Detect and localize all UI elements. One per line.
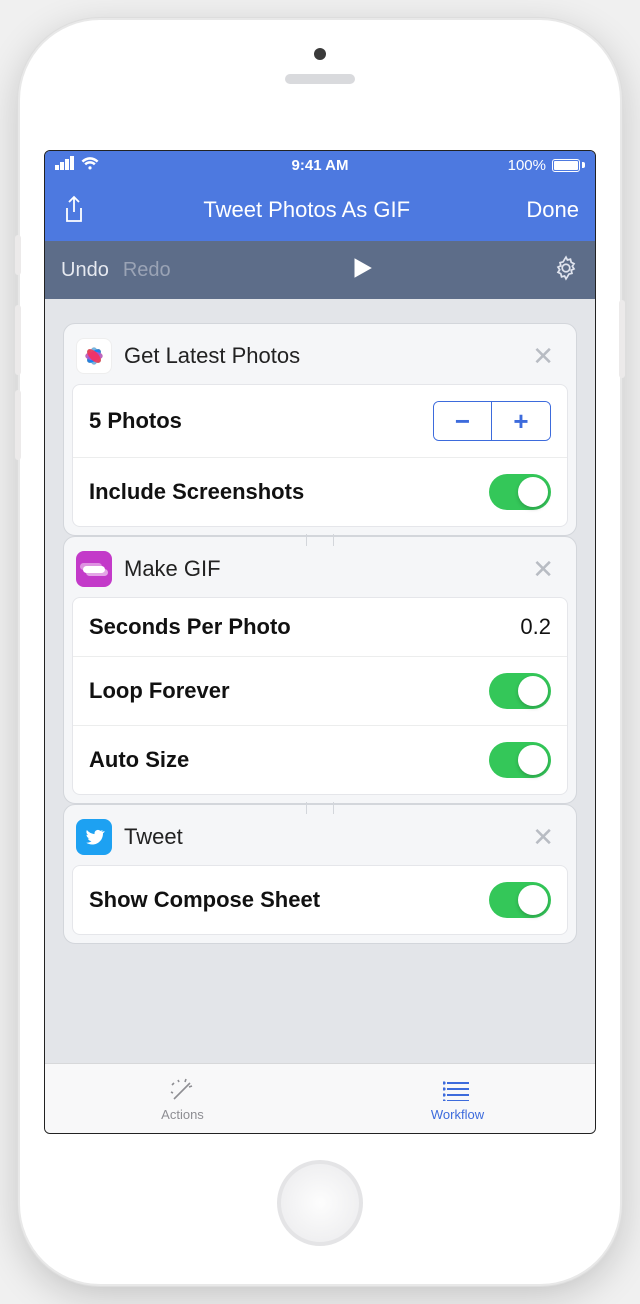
battery-icon [552, 159, 585, 172]
seconds-per-photo-row[interactable]: Seconds Per Photo 0.2 [73, 598, 567, 657]
tab-actions[interactable]: Actions [45, 1064, 320, 1133]
done-button[interactable]: Done [526, 197, 579, 223]
wand-icon [168, 1076, 198, 1104]
remove-action-button[interactable]: ✕ [526, 341, 560, 372]
photo-count-label: 5 Photos [89, 408, 182, 434]
action-tweet[interactable]: Tweet ✕ Show Compose Sheet [63, 804, 577, 944]
action-title: Make GIF [124, 556, 526, 582]
seconds-label: Seconds Per Photo [89, 614, 291, 640]
volume-up-button [15, 305, 21, 375]
seconds-value: 0.2 [520, 614, 551, 640]
cellular-signal-icon [55, 156, 75, 174]
screen: 9:41 AM 100% Tweet Photos As GIF Done Un… [44, 150, 596, 1134]
action-make-gif[interactable]: Make GIF ✕ Seconds Per Photo 0.2 Loop Fo… [63, 536, 577, 804]
status-bar: 9:41 AM 100% [45, 151, 595, 179]
remove-action-button[interactable]: ✕ [526, 822, 560, 853]
photo-count-stepper[interactable]: − + [433, 401, 551, 441]
remove-action-button[interactable]: ✕ [526, 554, 560, 585]
tab-workflow-label: Workflow [431, 1107, 484, 1122]
mute-switch [15, 235, 21, 275]
tool-strip: Undo Redo [45, 241, 595, 299]
autosize-label: Auto Size [89, 747, 189, 773]
camera-dot [314, 48, 326, 60]
action-title: Tweet [124, 824, 526, 850]
workflow-canvas[interactable]: Get Latest Photos ✕ 5 Photos − + Include… [45, 299, 595, 1063]
auto-size-toggle[interactable] [489, 742, 551, 778]
action-get-latest-photos[interactable]: Get Latest Photos ✕ 5 Photos − + Include… [63, 323, 577, 536]
list-icon [443, 1076, 473, 1104]
nav-bar: Tweet Photos As GIF Done [45, 179, 595, 241]
settings-button[interactable] [551, 255, 579, 286]
include-screenshots-toggle[interactable] [489, 474, 551, 510]
page-title: Tweet Photos As GIF [87, 197, 526, 223]
photo-count-row: 5 Photos − + [73, 385, 567, 458]
make-gif-icon [76, 551, 112, 587]
power-button [619, 300, 625, 378]
play-button[interactable] [171, 255, 551, 286]
compose-label: Show Compose Sheet [89, 887, 320, 913]
tab-bar: Actions Workflow [45, 1063, 595, 1133]
auto-size-row: Auto Size [73, 726, 567, 794]
stepper-plus[interactable]: + [492, 402, 550, 440]
redo-button: Redo [123, 259, 171, 282]
twitter-icon [76, 819, 112, 855]
phone-frame: 9:41 AM 100% Tweet Photos As GIF Done Un… [20, 20, 620, 1284]
loop-label: Loop Forever [89, 678, 230, 704]
undo-button[interactable]: Undo [61, 259, 109, 282]
show-compose-sheet-toggle[interactable] [489, 882, 551, 918]
include-screenshots-label: Include Screenshots [89, 479, 304, 505]
loop-forever-toggle[interactable] [489, 673, 551, 709]
wifi-icon [81, 156, 99, 174]
show-compose-sheet-row: Show Compose Sheet [73, 866, 567, 934]
action-title: Get Latest Photos [124, 343, 526, 369]
tab-workflow[interactable]: Workflow [320, 1064, 595, 1133]
tab-actions-label: Actions [161, 1107, 204, 1122]
share-button[interactable] [61, 195, 87, 225]
photos-app-icon [76, 338, 112, 374]
status-time: 9:41 AM [155, 157, 485, 174]
stepper-minus[interactable]: − [434, 402, 492, 440]
home-button[interactable] [277, 1160, 363, 1246]
loop-forever-row: Loop Forever [73, 657, 567, 726]
speaker-slot [285, 74, 355, 84]
volume-down-button [15, 390, 21, 460]
battery-percent: 100% [508, 157, 546, 174]
include-screenshots-row: Include Screenshots [73, 458, 567, 526]
